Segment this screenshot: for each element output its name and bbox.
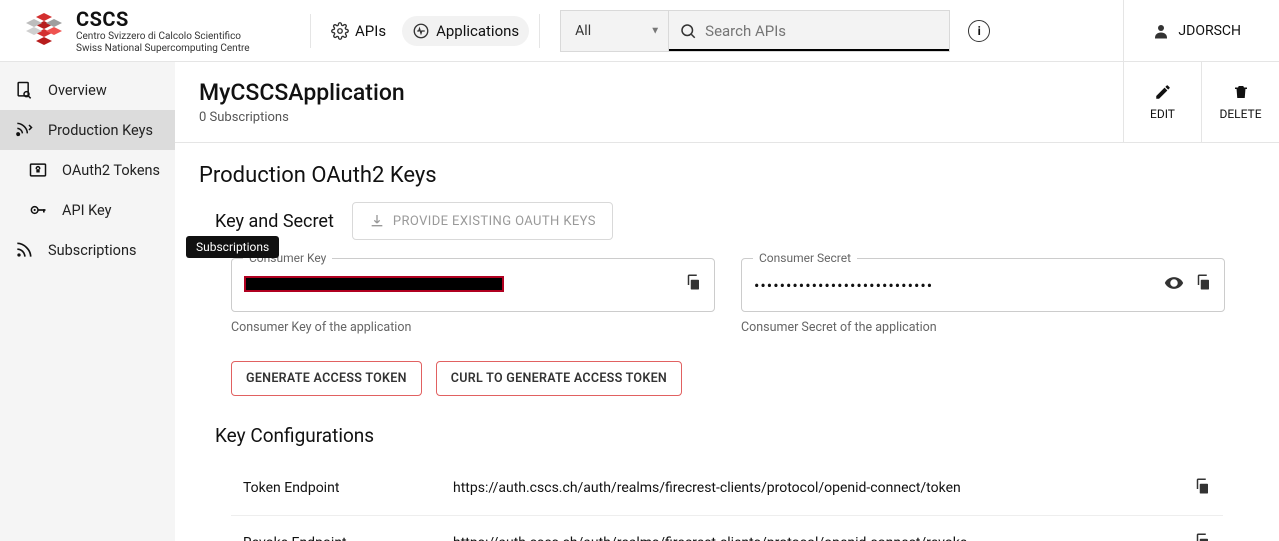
app-bar: MyCSCSApplication 0 Subscriptions EDIT D…: [175, 62, 1279, 143]
generate-access-token-button[interactable]: GENERATE ACCESS TOKEN: [231, 361, 422, 396]
search-scope-select[interactable]: All ▼: [560, 10, 668, 52]
pencil-icon: [1154, 83, 1172, 101]
delete-label: DELETE: [1219, 107, 1261, 121]
table-row: Token Endpoint https://auth.cscs.ch/auth…: [231, 461, 1223, 516]
brand-block[interactable]: CSCS Centro Svizzero di Calcolo Scientif…: [10, 7, 300, 55]
search-icon: [679, 21, 697, 41]
search-input[interactable]: [705, 22, 939, 40]
copy-icon: [1194, 273, 1212, 291]
sidebar-label: API Key: [62, 202, 112, 219]
token-endpoint-value: https://auth.cscs.ch/auth/realms/firecre…: [453, 480, 1193, 496]
top-header: CSCS Centro Svizzero di Calcolo Scientif…: [0, 0, 1279, 62]
sidebar-item-subscriptions[interactable]: Subscriptions: [0, 230, 175, 270]
sidebar-label: Production Keys: [48, 122, 153, 139]
copy-icon: [1193, 477, 1211, 495]
sidebar-item-production-keys[interactable]: Production Keys: [0, 110, 175, 150]
sidebar-item-api-key[interactable]: API Key: [0, 190, 175, 230]
eye-icon: [1164, 273, 1184, 293]
nav-apis[interactable]: APIs: [321, 16, 396, 46]
content-area: MyCSCSApplication 0 Subscriptions EDIT D…: [175, 62, 1279, 541]
provide-oauth-keys-button[interactable]: PROVIDE EXISTING OAUTH KEYS: [352, 202, 613, 240]
lock-screen-icon: [28, 160, 48, 180]
divider: [539, 14, 540, 48]
key-secret-heading: Key and Secret: [215, 211, 334, 232]
app-title: MyCSCSApplication: [199, 79, 1123, 106]
toggle-secret-visibility-button[interactable]: [1164, 273, 1184, 297]
token-endpoint-label: Token Endpoint: [243, 480, 453, 496]
consumer-key-value: [244, 276, 504, 292]
delete-button[interactable]: DELETE: [1201, 62, 1279, 142]
pulse-icon: [412, 22, 430, 40]
sidebar-item-overview[interactable]: Overview: [0, 70, 175, 110]
revoke-endpoint-label: Revoke Endpoint: [243, 535, 453, 541]
person-icon: [1152, 22, 1170, 40]
consumer-key-field[interactable]: Consumer Key: [231, 258, 715, 312]
consumer-secret-helper: Consumer Secret of the application: [741, 320, 1225, 335]
key-icon: [28, 200, 48, 220]
key-configurations-heading: Key Configurations: [215, 424, 1255, 447]
nav-group: APIs Applications: [321, 16, 529, 46]
brand-sub-1: Centro Svizzero di Calcolo Scientifico: [76, 31, 250, 43]
search-group: All ▼: [560, 10, 950, 52]
nav-apis-label: APIs: [355, 22, 386, 40]
user-menu[interactable]: JDORSCH: [1123, 0, 1269, 62]
copy-token-endpoint-button[interactable]: [1193, 477, 1211, 499]
subscriptions-tooltip: Subscriptions: [186, 236, 279, 258]
sidebar-label: OAuth2 Tokens: [62, 162, 160, 179]
copy-icon: [684, 273, 702, 291]
document-search-icon: [14, 80, 34, 100]
edit-label: EDIT: [1150, 107, 1175, 121]
rss-icon: [14, 240, 34, 260]
consumer-key-helper: Consumer Key of the application: [231, 320, 715, 335]
copy-consumer-key-button[interactable]: [684, 273, 702, 295]
app-subtitle: 0 Subscriptions: [199, 110, 1123, 125]
key-configurations-table: Token Endpoint https://auth.cscs.ch/auth…: [231, 461, 1223, 541]
curl-generate-token-button[interactable]: CURL TO GENERATE ACCESS TOKEN: [436, 361, 682, 396]
nav-applications[interactable]: Applications: [402, 16, 529, 46]
info-icon[interactable]: i: [968, 20, 990, 42]
caret-down-icon: ▼: [650, 25, 660, 36]
sidebar: Overview Production Keys OAuth2 Tokens A…: [0, 62, 175, 541]
nav-applications-label: Applications: [436, 22, 519, 40]
revoke-endpoint-value: https://auth.cscs.ch/auth/realms/firecre…: [453, 535, 1193, 541]
brand-sub-2: Swiss National Supercomputing Centre: [76, 43, 250, 55]
user-name: JDORSCH: [1178, 23, 1241, 39]
download-icon: [369, 213, 385, 229]
section-title: Production OAuth2 Keys: [199, 163, 1255, 188]
copy-icon: [1193, 532, 1211, 541]
consumer-secret-field[interactable]: Consumer Secret ••••••••••••••••••••••••…: [741, 258, 1225, 312]
copy-consumer-secret-button[interactable]: [1194, 273, 1212, 297]
signal-icon: [14, 120, 34, 140]
sidebar-item-oauth2-tokens[interactable]: OAuth2 Tokens: [0, 150, 175, 190]
sidebar-label: Subscriptions: [48, 242, 136, 259]
cscs-logo-icon: [22, 9, 66, 53]
consumer-secret-value: ••••••••••••••••••••••••••••: [754, 276, 933, 295]
edit-button[interactable]: EDIT: [1123, 62, 1201, 142]
provide-label: PROVIDE EXISTING OAUTH KEYS: [393, 214, 596, 229]
copy-revoke-endpoint-button[interactable]: [1193, 532, 1211, 541]
consumer-secret-legend: Consumer Secret: [753, 251, 857, 265]
trash-icon: [1232, 83, 1250, 101]
divider: [310, 14, 311, 48]
sidebar-label: Overview: [48, 82, 107, 99]
table-row: Revoke Endpoint https://auth.cscs.ch/aut…: [231, 516, 1223, 541]
search-scope-value: All: [575, 23, 591, 39]
gear-icon: [331, 22, 349, 40]
brand-name: CSCS: [76, 7, 250, 31]
